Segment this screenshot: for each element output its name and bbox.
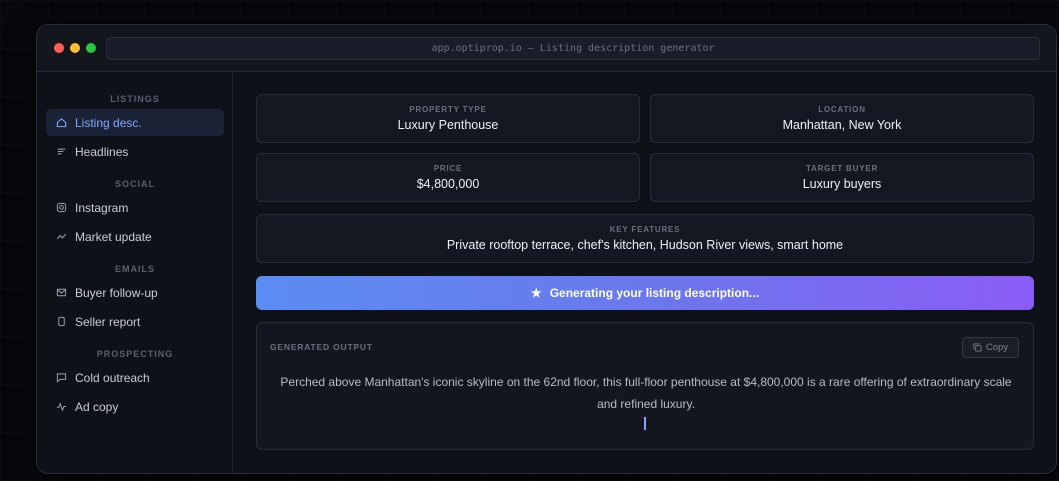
maximize-window-button[interactable]	[86, 43, 96, 53]
field-label: PRICE	[433, 164, 463, 173]
close-window-button[interactable]	[54, 43, 64, 53]
main-panel: PROPERTY TYPE Luxury Penthouse LOCATION …	[233, 72, 1056, 473]
sidebar-item-headlines[interactable]: Headlines	[46, 138, 224, 165]
field-value: Luxury Penthouse	[397, 118, 499, 132]
output-label: GENERATED OUTPUT	[270, 342, 373, 352]
field-value: Private rooftop terrace, chef's kitchen,…	[446, 238, 844, 252]
sidebar-item-label: Ad copy	[75, 399, 119, 414]
sidebar-item-label: Instagram	[75, 200, 129, 215]
target-buyer-field[interactable]: TARGET BUYER Luxury buyers	[650, 153, 1034, 202]
sidebar-section-emails: EMAILS	[114, 264, 155, 274]
generate-button[interactable]: ★ Generating your listing description...	[256, 276, 1034, 310]
key-features-field[interactable]: KEY FEATURES Private rooftop terrace, ch…	[256, 214, 1034, 263]
output-text: Perched above Manhattan's iconic skyline…	[280, 375, 1012, 411]
mail-icon	[55, 287, 67, 299]
sidebar-item-label: Market update	[75, 229, 152, 244]
title-bar: app.optiprop.io — Listing description ge…	[37, 25, 1056, 72]
sidebar-item-label: Cold outreach	[75, 370, 150, 385]
sidebar-item-label: Seller report	[75, 314, 141, 329]
price-field[interactable]: PRICE $4,800,000	[256, 153, 640, 202]
sidebar-section-prospecting: PROSPECTING	[96, 349, 174, 359]
app-window: app.optiprop.io — Listing description ge…	[36, 24, 1057, 474]
sidebar: LISTINGS Listing desc. Headlines SOCIAL …	[37, 72, 233, 473]
generate-button-label: Generating your listing description...	[549, 286, 760, 300]
field-label: KEY FEATURES	[609, 225, 681, 234]
text-cursor	[644, 417, 646, 430]
chat-icon	[55, 372, 67, 384]
field-label: PROPERTY TYPE	[409, 105, 487, 114]
sidebar-item-market-update[interactable]: Market update	[46, 223, 224, 250]
sidebar-item-listing-desc[interactable]: Listing desc.	[46, 109, 224, 136]
sidebar-section-listings: LISTINGS	[110, 94, 160, 104]
document-icon	[55, 316, 67, 328]
sidebar-item-label: Listing desc.	[75, 115, 142, 130]
address-bar[interactable]: app.optiprop.io — Listing description ge…	[106, 37, 1040, 60]
copy-icon	[973, 343, 982, 352]
generated-output-panel: GENERATED OUTPUT Copy Perched above Manh…	[256, 322, 1034, 450]
property-type-field[interactable]: PROPERTY TYPE Luxury Penthouse	[256, 94, 640, 143]
trend-icon	[55, 231, 67, 243]
sidebar-item-cold-outreach[interactable]: Cold outreach	[46, 364, 224, 391]
field-label: LOCATION	[818, 105, 866, 114]
instagram-icon	[55, 202, 67, 214]
copy-button-label: Copy	[985, 342, 1009, 353]
field-value: $4,800,000	[416, 177, 480, 191]
star-icon: ★	[530, 286, 542, 300]
sidebar-item-ad-copy[interactable]: Ad copy	[46, 393, 224, 420]
sidebar-item-label: Buyer follow-up	[75, 285, 158, 300]
lines-icon	[55, 146, 67, 158]
field-value: Luxury buyers	[802, 177, 882, 191]
field-label: TARGET BUYER	[805, 164, 879, 173]
sidebar-item-seller-report[interactable]: Seller report	[46, 308, 224, 335]
home-icon	[55, 117, 67, 129]
sidebar-item-instagram[interactable]: Instagram	[46, 194, 224, 221]
minimize-window-button[interactable]	[70, 43, 80, 53]
sidebar-item-buyer-follow-up[interactable]: Buyer follow-up	[46, 279, 224, 306]
copy-button[interactable]: Copy	[962, 337, 1019, 358]
pulse-icon	[55, 401, 67, 413]
location-field[interactable]: LOCATION Manhattan, New York	[650, 94, 1034, 143]
sidebar-section-social: SOCIAL	[114, 179, 155, 189]
sidebar-item-label: Headlines	[75, 144, 129, 159]
field-value: Manhattan, New York	[782, 118, 902, 132]
